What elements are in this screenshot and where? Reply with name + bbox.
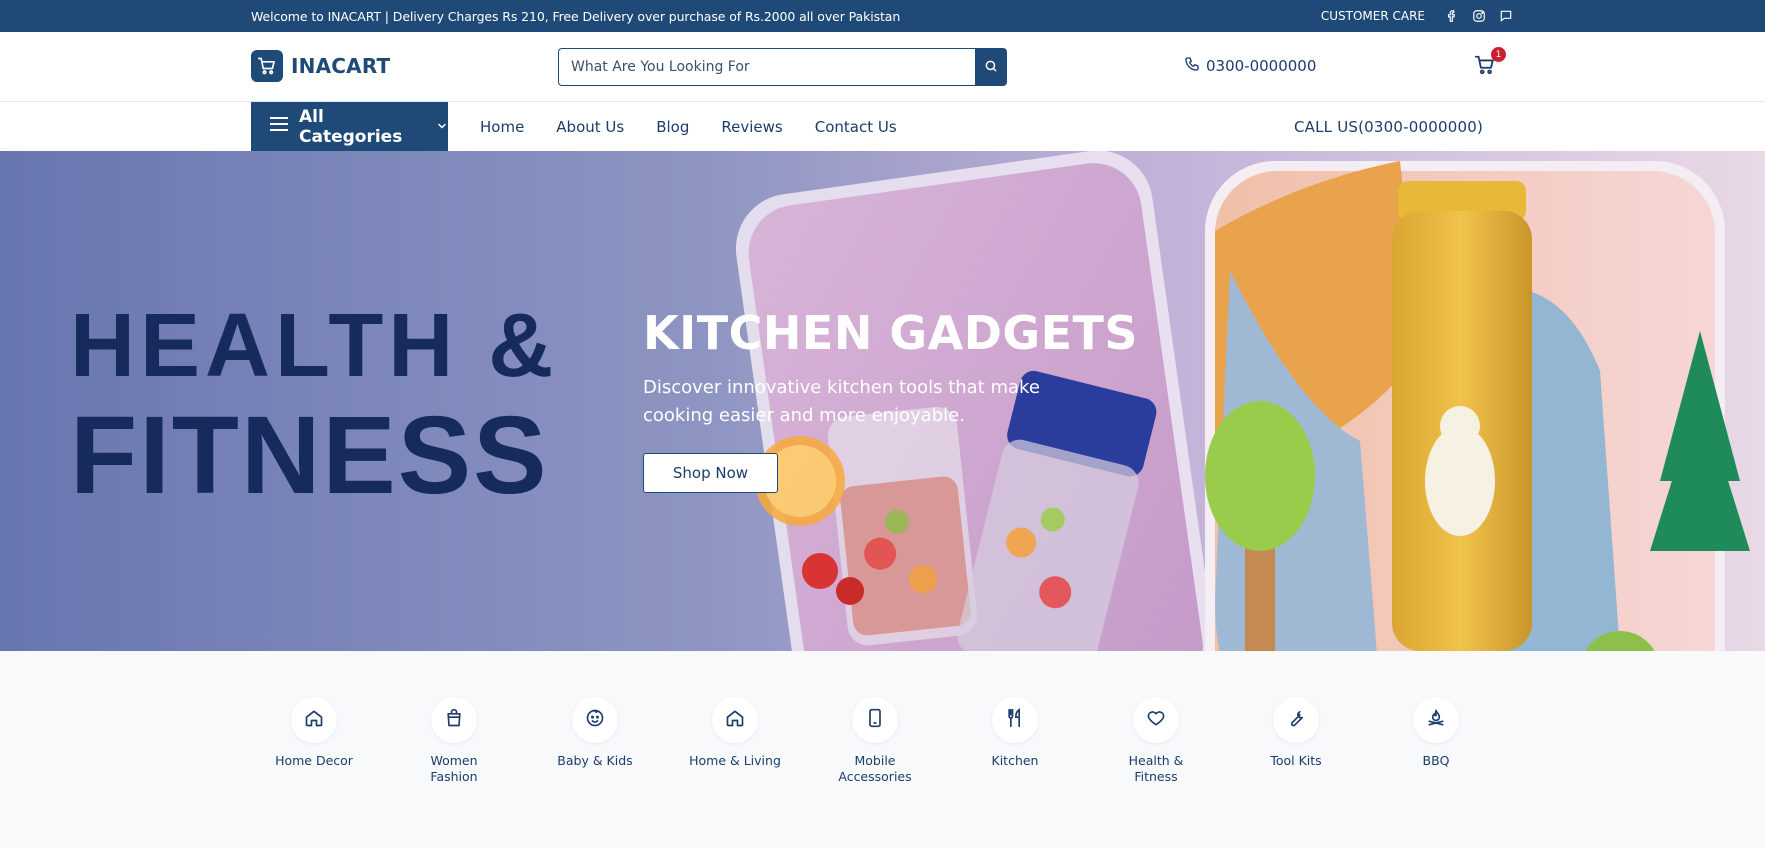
category-home-decor[interactable]: Home Decor [259,697,369,769]
category-mobile-accessories[interactable]: Mobile Accessories [820,697,930,785]
chevron-down-icon [436,117,448,137]
hero-left-line2: FITNESS [70,394,549,517]
hero-subtitle: Discover innovative kitchen tools that m… [643,377,1040,426]
category-baby-kids[interactable]: Baby & Kids [540,697,650,769]
phone-icon [1184,56,1200,76]
cart-button[interactable]: 1 [1474,47,1506,80]
main-navigation: All Categories Home About Us Blog Review… [0,102,1765,151]
category-label: Kitchen [991,753,1039,768]
chat-icon[interactable] [1497,8,1514,25]
category-label: Women Fashion [430,753,478,784]
facebook-icon[interactable] [1443,8,1460,25]
home-icon [725,708,745,732]
category-label: Mobile Accessories [838,753,912,784]
health-fitness-banner-text: HEALTH & FITNESS [70,301,558,511]
search-input[interactable] [558,48,975,86]
hero-title: KITCHEN GADGETS [643,306,1139,360]
cart-count-badge: 1 [1491,47,1506,62]
hero-banner: HEALTH & FITNESS KITCHEN GADGETS Discove… [0,151,1765,651]
search-button[interactable] [975,48,1007,86]
nav-home[interactable]: Home [480,118,524,136]
nav-reviews[interactable]: Reviews [721,118,782,136]
brand-logo[interactable]: INACART [251,50,390,82]
nav-blog[interactable]: Blog [656,118,689,136]
welcome-message: Welcome to INACART | Delivery Charges Rs… [251,8,901,24]
shopping-bag-icon [444,708,464,732]
category-tool-kits[interactable]: Tool Kits [1241,697,1351,769]
call-us-text[interactable]: CALL US(0300-0000000) [1294,102,1483,151]
utensils-icon [1005,708,1025,732]
brand-name: INACART [291,54,391,78]
all-categories-button[interactable]: All Categories [251,102,448,151]
category-label: Home & Living [689,753,781,768]
site-header: INACART 0300-0000000 1 [0,32,1765,102]
category-label: Home Decor [275,753,353,768]
search-bar [558,48,1007,86]
category-label: Tool Kits [1270,753,1322,768]
phone-number: 0300-0000000 [1206,57,1317,75]
shop-now-button[interactable]: Shop Now [643,453,778,493]
wrench-icon [1286,708,1306,732]
category-label: Health & Fitness [1128,753,1184,784]
category-label: Baby & Kids [557,753,633,768]
all-categories-label: All Categories [299,106,403,147]
category-bbq[interactable]: BBQ [1381,697,1491,769]
hero-left-line1: HEALTH & [70,296,559,396]
customer-care-link[interactable]: CUSTOMER CARE [1321,9,1425,23]
category-home-living[interactable]: Home & Living [680,697,790,769]
category-health-fitness[interactable]: Health & Fitness [1101,697,1211,785]
top-announcement-bar: Welcome to INACART | Delivery Charges Rs… [0,0,1765,32]
hamburger-menu-icon [269,116,289,137]
smartphone-icon [865,708,885,732]
flame-icon [1426,708,1446,732]
category-strip: Home Decor Women Fashion Baby & Kids Hom… [0,651,1765,848]
shopping-cart-icon [1474,55,1496,80]
header-phone[interactable]: 0300-0000000 [1184,56,1316,76]
search-icon [984,58,998,77]
cart-logo-icon [251,50,283,82]
nav-about-us[interactable]: About Us [556,118,624,136]
instagram-icon[interactable] [1470,8,1487,25]
baby-face-icon [585,708,605,732]
nav-contact-us[interactable]: Contact Us [815,118,897,136]
category-women-fashion[interactable]: Women Fashion [399,697,509,785]
category-label: BBQ [1422,753,1450,768]
category-kitchen[interactable]: Kitchen [960,697,1070,769]
heart-icon [1146,708,1166,732]
home-icon [304,708,324,732]
